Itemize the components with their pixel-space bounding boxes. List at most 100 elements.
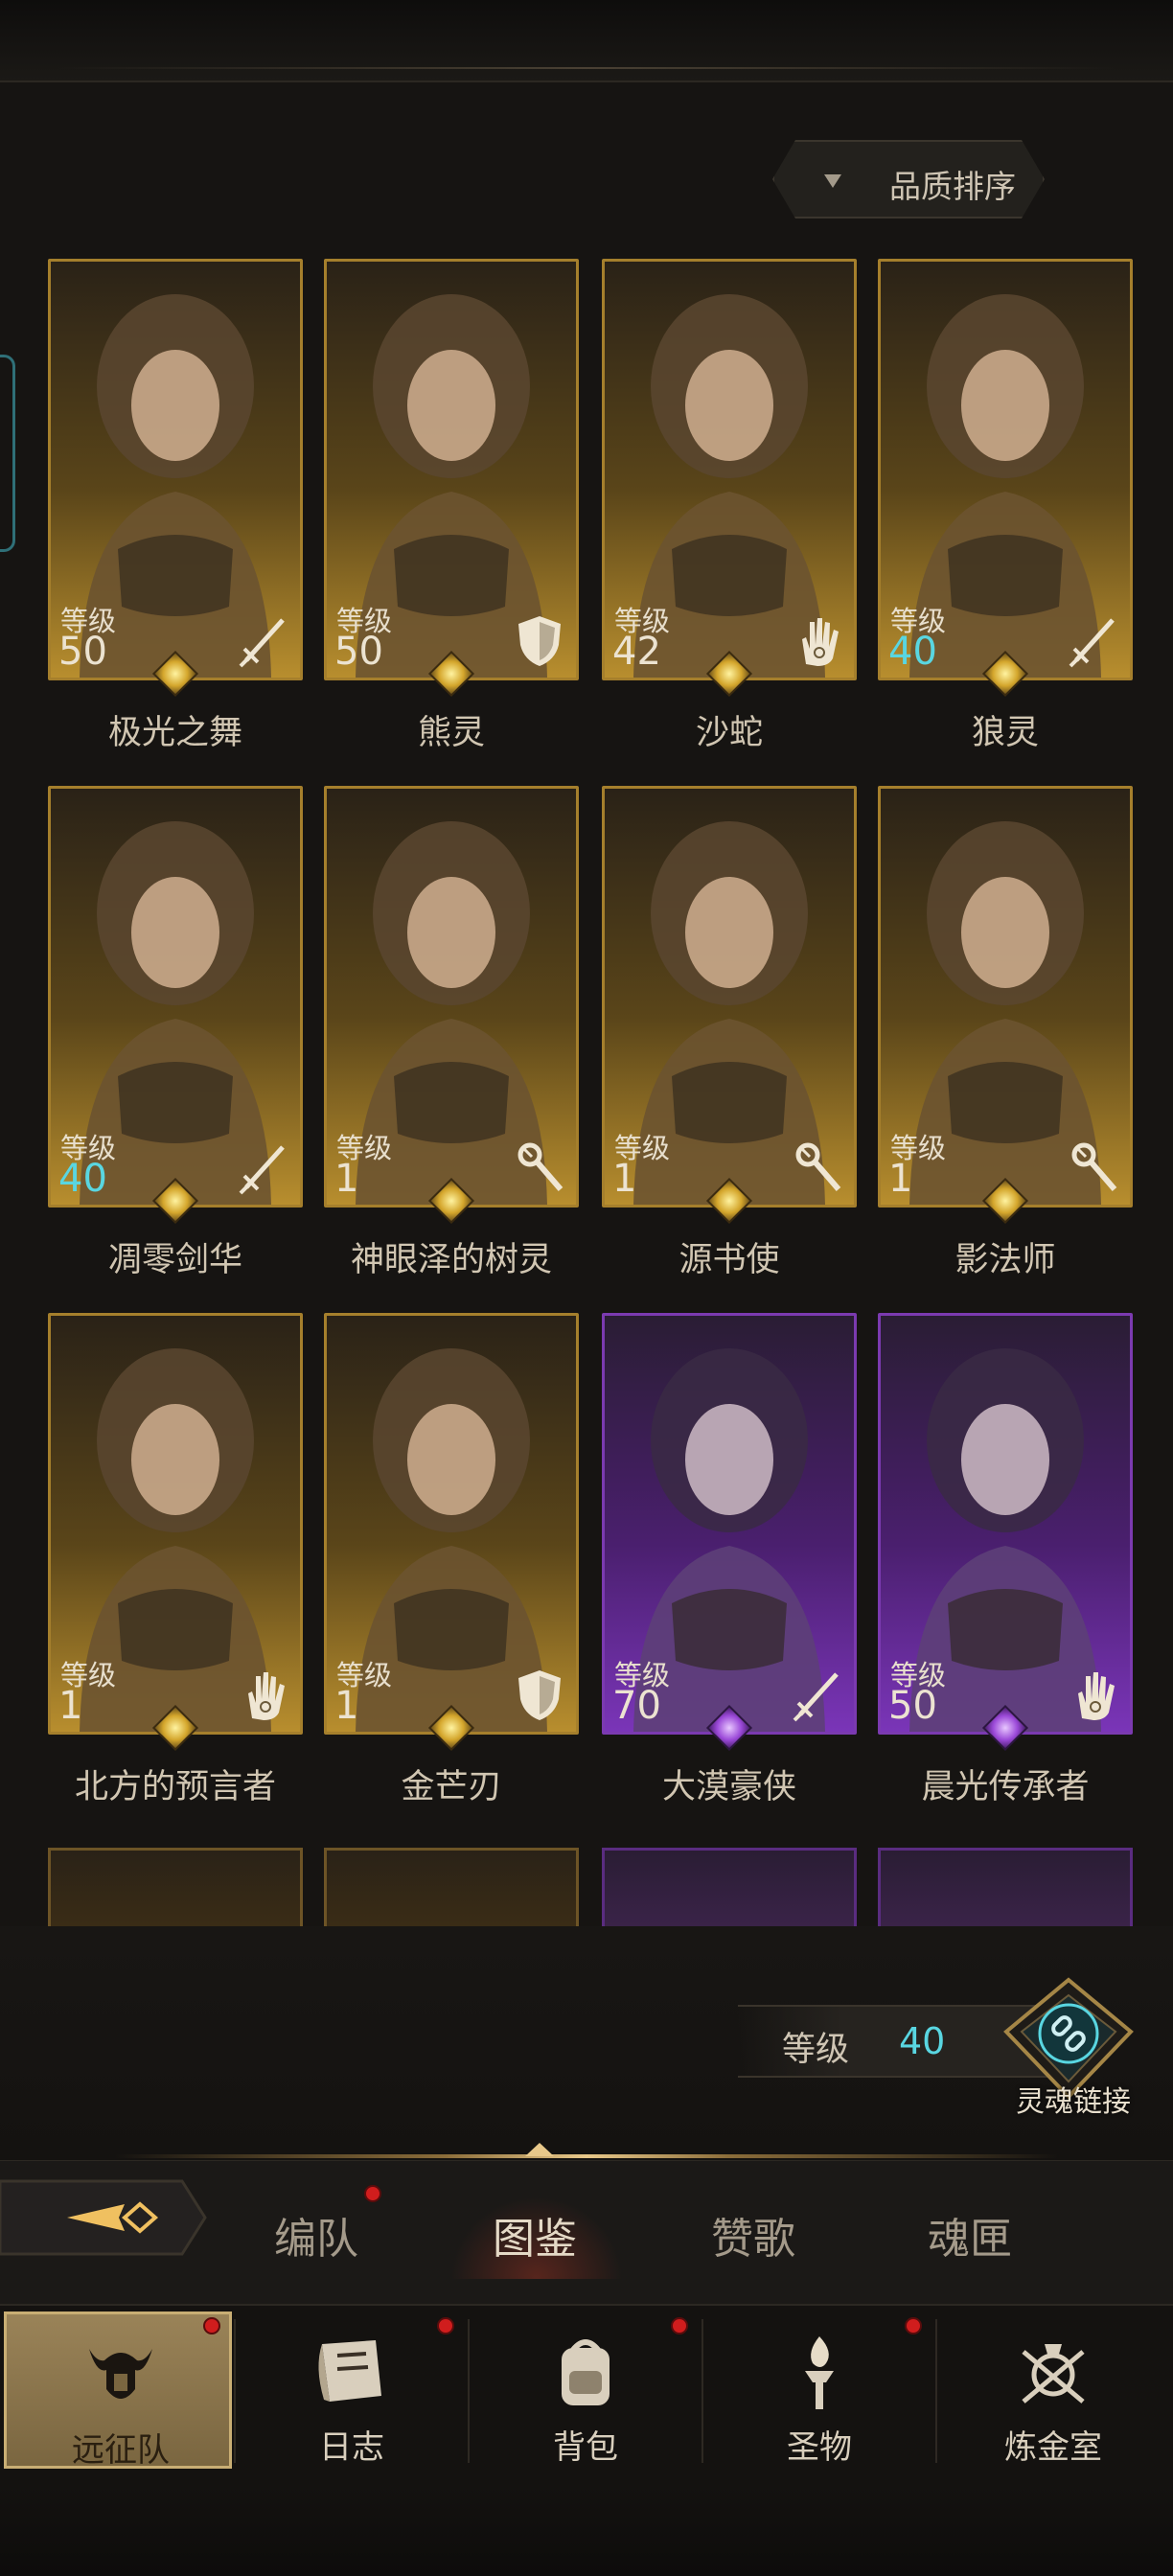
hero-card-frame: 等级 50 [324, 259, 579, 680]
nav-alchemy[interactable]: 炼金室 [939, 2312, 1167, 2469]
hero-name: 北方的预言者 [74, 1768, 276, 1806]
hero-level-value: 1 [888, 1157, 913, 1201]
staff-icon [511, 1138, 568, 1197]
hero-card[interactable]: 等级 1 神眼泽的树灵 [324, 786, 579, 1279]
hero-name: 凋零剑华 [107, 1241, 242, 1279]
hero-name: 极光之舞 [107, 714, 242, 752]
notification-dot [364, 2185, 381, 2202]
back-arrow-icon [0, 2179, 207, 2256]
alchemy-icon [1010, 2329, 1096, 2415]
nav-label: 远征队 [72, 2431, 170, 2470]
hero-level-value: 40 [888, 630, 937, 674]
tab-formation[interactable]: 编队 [274, 2204, 358, 2266]
staff-icon [1065, 1138, 1122, 1197]
hero-card-frame: 等级 1 [324, 1313, 579, 1735]
hero-level-value: 1 [58, 1684, 83, 1728]
shield-icon [511, 610, 568, 670]
hero-card[interactable]: 等级 40 狼灵 [878, 259, 1133, 752]
hero-level-value: 50 [888, 1684, 937, 1728]
hero-grid: 等级 50 极光之舞 等级 50 熊灵 等级 42 沙蛇 等级 40 狼灵 等级 40 凋零剑华 等级 1 神眼泽… [0, 0, 1173, 1926]
hero-card-frame: 等级 40 [878, 259, 1133, 680]
hero-card-frame: 等级 50 [48, 259, 303, 680]
hero-card-peek[interactable] [602, 1848, 857, 1926]
nav-label: 炼金室 [1004, 2428, 1102, 2467]
soul-link-level-label: 等级 [782, 2031, 850, 2069]
notification-dot [203, 2317, 220, 2334]
hero-name: 晨光传承者 [921, 1768, 1090, 1806]
hero-level-value: 1 [334, 1157, 359, 1201]
notification-dot [905, 2317, 922, 2334]
hero-card-peek[interactable] [324, 1848, 579, 1926]
nav-label: 背包 [553, 2428, 618, 2467]
hand-icon [1065, 1665, 1122, 1724]
hero-name: 神眼泽的树灵 [350, 1241, 552, 1279]
torch-icon [776, 2329, 862, 2415]
hero-level-value: 1 [612, 1157, 637, 1201]
nav-separator [234, 2319, 236, 2463]
hero-card-frame: 等级 1 [48, 1313, 303, 1735]
nav-relics[interactable]: 圣物 [705, 2312, 933, 2469]
hero-name: 沙蛇 [695, 714, 763, 752]
nav-expedition[interactable]: 远征队 [4, 2312, 232, 2470]
hero-card-frame: 等级 1 [878, 786, 1133, 1208]
hero-level-value: 70 [612, 1684, 661, 1728]
nav-journal[interactable]: 日志 [238, 2312, 466, 2469]
hero-card[interactable]: 等级 1 源书使 [602, 786, 857, 1279]
nav-label: 日志 [319, 2428, 384, 2467]
caret-up-icon [525, 2143, 554, 2156]
hero-card-frame: 等级 40 [48, 786, 303, 1208]
hero-card-peek[interactable] [48, 1848, 303, 1926]
hero-card[interactable]: 等级 42 沙蛇 [602, 259, 857, 752]
hero-card[interactable]: 等级 50 极光之舞 [48, 259, 303, 752]
sword-icon [789, 1665, 846, 1724]
backpack-icon [542, 2329, 629, 2415]
tab-soul-box[interactable]: 魂匣 [928, 2204, 1012, 2266]
hero-level-value: 50 [58, 630, 107, 674]
hero-card[interactable]: 等级 1 北方的预言者 [48, 1313, 303, 1806]
notification-dot [437, 2317, 454, 2334]
hero-name: 金芒刃 [401, 1768, 502, 1806]
hero-card[interactable]: 等级 1 金芒刃 [324, 1313, 579, 1806]
hero-card-frame: 等级 42 [602, 259, 857, 680]
tab-bar-glow [115, 2154, 1058, 2158]
tab-hymn[interactable]: 赞歌 [711, 2204, 795, 2266]
hero-level-value: 42 [612, 630, 661, 674]
nav-backpack[interactable]: 背包 [472, 2312, 700, 2469]
hero-card-frame: 等级 50 [878, 1313, 1133, 1735]
hero-card[interactable]: 等级 50 晨光传承者 [878, 1313, 1133, 1806]
hero-card-frame: 等级 1 [602, 786, 857, 1208]
soul-link-label: 灵魂链接 [1016, 2085, 1131, 2119]
hero-card-frame: 等级 1 [324, 786, 579, 1208]
sword-icon [1065, 610, 1122, 670]
nav-separator [702, 2319, 703, 2463]
hero-name: 狼灵 [971, 714, 1039, 752]
soul-link-level-value: 40 [899, 2020, 946, 2062]
hero-name: 熊灵 [417, 714, 485, 752]
hero-level-value: 40 [58, 1157, 107, 1201]
nav-label: 圣物 [787, 2428, 852, 2467]
tab-codex[interactable]: 图鉴 [493, 2204, 577, 2266]
hero-card[interactable]: 等级 1 影法师 [878, 786, 1133, 1279]
hero-name: 影法师 [954, 1241, 1056, 1279]
hero-card[interactable]: 等级 40 凋零剑华 [48, 786, 303, 1279]
scroll-icon [309, 2329, 395, 2415]
hero-card[interactable]: 等级 50 熊灵 [324, 259, 579, 752]
hero-card-peek[interactable] [878, 1848, 1133, 1926]
shield-icon [511, 1665, 568, 1724]
hero-level-value: 50 [334, 630, 383, 674]
nav-separator [468, 2319, 470, 2463]
bottom-ornament [0, 2482, 1173, 2576]
hero-card-frame: 等级 70 [602, 1313, 857, 1735]
back-button[interactable] [0, 2170, 209, 2266]
hand-icon [789, 610, 846, 670]
hero-level-value: 1 [334, 1684, 359, 1728]
nav-separator [935, 2319, 937, 2463]
staff-icon [789, 1138, 846, 1197]
sword-icon [235, 610, 292, 670]
hand-icon [235, 1665, 292, 1724]
helmet-icon [78, 2332, 164, 2418]
sword-icon [235, 1138, 292, 1197]
hero-card[interactable]: 等级 70 大漠豪侠 [602, 1313, 857, 1806]
hero-name: 源书使 [678, 1241, 780, 1279]
notification-dot [671, 2317, 688, 2334]
